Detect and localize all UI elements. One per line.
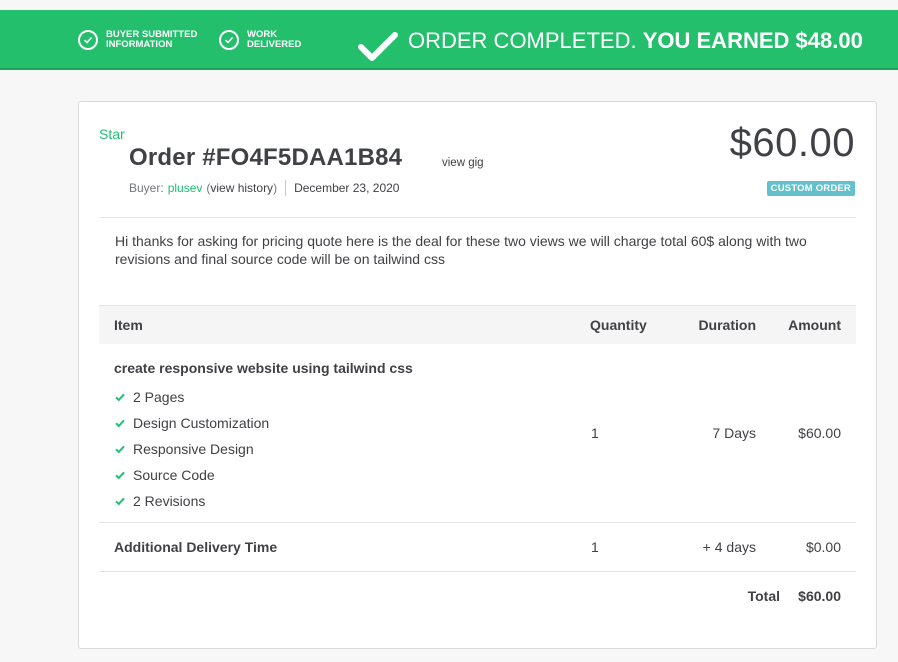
checkmark-icon [358,32,398,67]
order-price: $60.00 [729,121,855,165]
list-item: Design Customization [114,410,269,436]
buyer-prefix: Buyer: [129,181,164,195]
item-duration: 7 Days [712,425,756,441]
table-row: create responsive website using tailwind… [99,344,856,523]
completed-text: ORDER COMPLETED. [408,28,637,53]
view-gig-link[interactable]: view gig [442,157,484,169]
list-item: Source Code [114,462,269,488]
header-quantity: Quantity [590,317,647,333]
earned-amount: YOU EARNED $48.00 [642,28,863,53]
order-meta: Buyer: plusev (view history) December 23… [129,180,399,196]
order-status-banner: BUYER SUBMITTED INFORMATION WORK DELIVER… [0,10,898,70]
divider [285,180,287,196]
order-items-table: Item Quantity Duration Amount create res… [99,305,856,620]
extra-amount: $0.00 [805,539,841,555]
buyer-name-link[interactable]: plusev [168,181,203,195]
order-card: Star Order #FO4F5DAA1B84 view gig Buyer:… [78,101,877,649]
feature-label: Design Customization [133,415,270,431]
list-item: 2 Pages [114,384,269,410]
extra-item-label: Additional Delivery Time [114,539,278,555]
history-close-paren: ) [273,181,278,195]
extra-quantity: 1 [591,539,599,555]
view-history-link[interactable]: view history [210,181,273,195]
divider [99,217,856,218]
check-icon [114,443,126,455]
star-label: Star [99,126,125,142]
feature-label: Source Code [133,467,215,483]
view-history: (view history) [206,181,277,195]
step-buyer-submitted: BUYER SUBMITTED INFORMATION [78,30,206,50]
header-amount: Amount [788,317,841,333]
header-duration: Duration [698,317,756,333]
feature-label: 2 Pages [133,389,185,405]
order-completed-title: ORDER COMPLETED. YOU EARNED $48.00 [408,27,863,55]
check-icon [114,417,126,429]
total-label: Total [747,588,780,604]
item-amount: $60.00 [798,425,841,441]
order-date: December 23, 2020 [294,181,400,195]
step-label: WORK DELIVERED [247,29,302,50]
item-quantity: 1 [591,425,599,441]
check-icon [114,495,126,507]
list-item: 2 Revisions [114,488,269,514]
item-title: create responsive website using tailwind… [114,360,413,376]
check-circle-icon [219,30,239,50]
feature-list: 2 Pages Design Customization Responsive … [114,384,269,514]
order-description: Hi thanks for asking for pricing quote h… [115,233,807,267]
check-icon [114,391,126,403]
total-row: Total $60.00 [99,572,856,620]
check-circle-icon [78,30,98,50]
custom-order-badge: CUSTOM ORDER [766,181,855,196]
feature-label: Responsive Design [133,441,254,457]
check-icon [114,469,126,481]
total-value: $60.00 [798,588,841,604]
feature-label: 2 Revisions [133,493,206,509]
header-item: Item [114,317,143,333]
step-label: BUYER SUBMITTED INFORMATION [106,29,198,50]
table-header: Item Quantity Duration Amount [99,305,856,344]
step-work-delivered: WORK DELIVERED [219,30,347,50]
extra-duration: + 4 days [702,539,756,555]
list-item: Responsive Design [114,436,269,462]
order-title: Order #FO4F5DAA1B84 [129,144,403,171]
table-row: Additional Delivery Time 1 + 4 days $0.0… [99,523,856,572]
